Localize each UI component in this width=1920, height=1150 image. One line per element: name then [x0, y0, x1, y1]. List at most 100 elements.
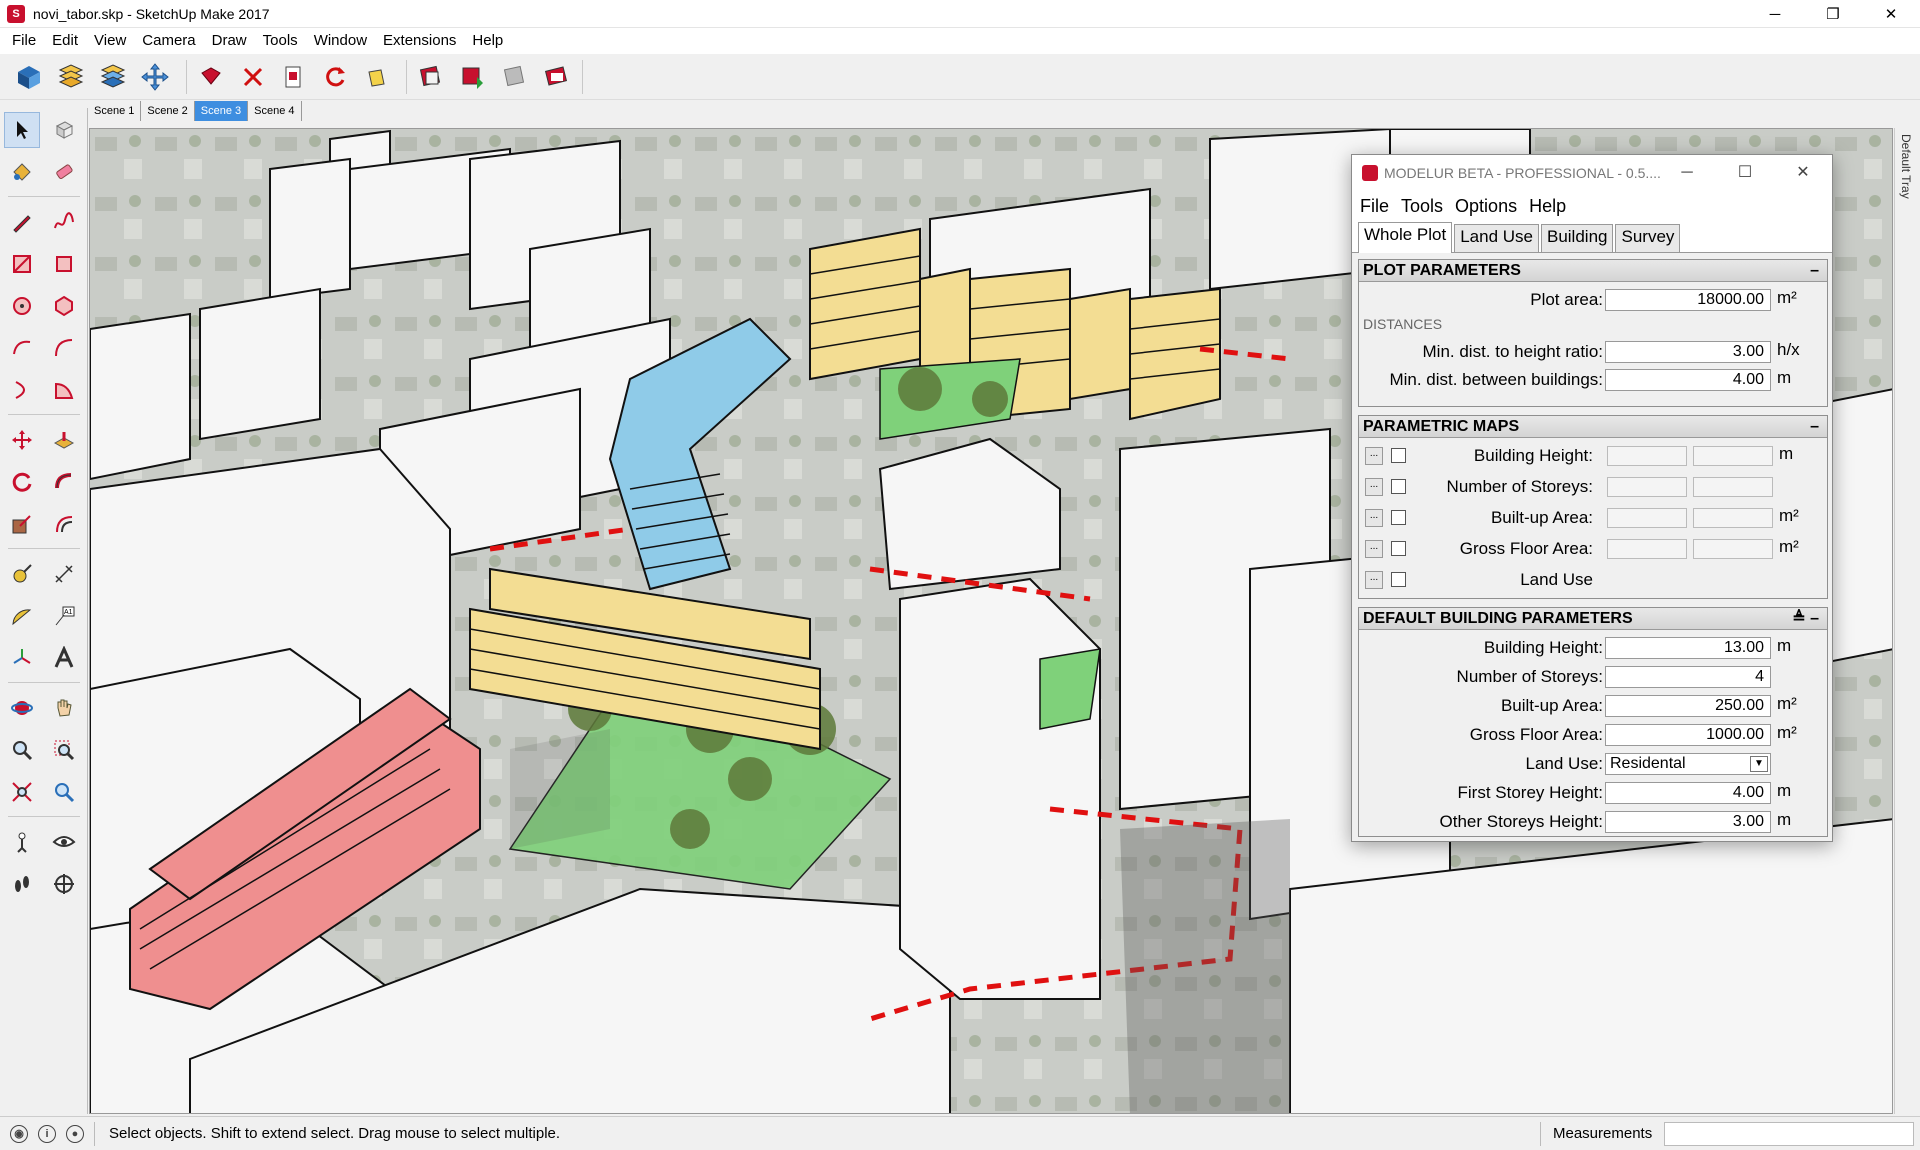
rotated-rectangle-icon[interactable] — [46, 246, 82, 282]
extension-red-icon-2[interactable] — [456, 60, 490, 94]
tab-land-use[interactable]: Land Use — [1454, 224, 1539, 252]
map-options-button[interactable]: ... — [1365, 478, 1383, 496]
tab-survey[interactable]: Survey — [1615, 224, 1681, 252]
extension-red-icon-1[interactable] — [414, 60, 448, 94]
zoom-icon[interactable] — [4, 732, 40, 768]
dimension-icon[interactable] — [46, 556, 82, 592]
min-height-ratio-input[interactable]: 3.00 — [1605, 341, 1771, 363]
panel-maximize-button[interactable]: ☐ — [1716, 155, 1774, 191]
map-land-use-checkbox[interactable] — [1391, 572, 1406, 587]
map-builtup-checkbox[interactable] — [1391, 510, 1406, 525]
eraser-icon[interactable] — [46, 154, 82, 190]
scene-tab-3[interactable]: Scene 3 — [194, 101, 249, 121]
gem-tool-icon[interactable] — [194, 60, 228, 94]
move-arrows-icon[interactable] — [138, 60, 172, 94]
min-between-input[interactable]: 4.00 — [1605, 369, 1771, 391]
scene-tab-1[interactable]: Scene 1 — [88, 101, 142, 121]
map-min-field[interactable] — [1607, 446, 1687, 466]
map-min-field[interactable] — [1607, 539, 1687, 559]
circle-icon[interactable] — [4, 288, 40, 324]
map-min-field[interactable] — [1607, 477, 1687, 497]
follow-me-icon[interactable] — [46, 464, 82, 500]
paint-bucket-icon[interactable] — [4, 154, 40, 190]
menu-window[interactable]: Window — [306, 28, 375, 54]
axes-icon[interactable] — [4, 640, 40, 676]
modelur-title-bar[interactable]: MODELUR BETA - PROFESSIONAL - 0.5.... ─ … — [1352, 155, 1832, 191]
map-max-field[interactable] — [1693, 508, 1773, 528]
pie-icon[interactable] — [46, 372, 82, 408]
minimize-button[interactable]: ─ — [1746, 0, 1804, 28]
modelur-menu-help[interactable]: Help — [1529, 196, 1566, 217]
map-max-field[interactable] — [1693, 477, 1773, 497]
map-options-button[interactable]: ... — [1365, 571, 1383, 589]
refresh-icon[interactable] — [318, 60, 352, 94]
menu-extensions[interactable]: Extensions — [375, 28, 464, 54]
collapse-icon[interactable]: – — [1810, 260, 1819, 282]
select-arrow-icon[interactable] — [4, 112, 40, 148]
map-building-height-checkbox[interactable] — [1391, 448, 1406, 463]
restore-button[interactable]: ❐ — [1804, 0, 1862, 28]
tape-measure-icon[interactable] — [4, 556, 40, 592]
modelur-menu-options[interactable]: Options — [1455, 196, 1517, 217]
gfa-input[interactable]: 1000.00 — [1605, 724, 1771, 746]
measurements-input[interactable] — [1664, 1122, 1914, 1146]
menu-view[interactable]: View — [86, 28, 134, 54]
two-point-arc-icon[interactable] — [46, 330, 82, 366]
look-around-eye-icon[interactable] — [46, 824, 82, 860]
pan-hand-icon[interactable] — [46, 690, 82, 726]
close-button[interactable]: ✕ — [1862, 0, 1920, 28]
storeys-input[interactable]: 4 — [1605, 666, 1771, 688]
delete-x-icon[interactable] — [236, 60, 270, 94]
section-plane-icon[interactable] — [46, 866, 82, 902]
tab-whole-plot[interactable]: Whole Plot — [1358, 222, 1453, 253]
modelur-layers-yellow-icon[interactable] — [54, 60, 88, 94]
map-storeys-checkbox[interactable] — [1391, 479, 1406, 494]
modelur-layers-blue-icon[interactable] — [96, 60, 130, 94]
menu-help[interactable]: Help — [464, 28, 511, 54]
freehand-icon[interactable] — [46, 204, 82, 240]
arc-icon[interactable] — [4, 330, 40, 366]
folder-box-icon[interactable] — [360, 60, 394, 94]
protractor-icon[interactable] — [4, 598, 40, 634]
map-gfa-checkbox[interactable] — [1391, 541, 1406, 556]
collapse-icon[interactable]: ≜ – — [1792, 608, 1819, 630]
rotate-icon[interactable] — [4, 464, 40, 500]
zoom-window-icon[interactable] — [46, 732, 82, 768]
map-options-button[interactable]: ... — [1365, 447, 1383, 465]
plot-parameters-header[interactable]: PLOT PARAMETERS – — [1359, 260, 1827, 282]
zoom-extents-icon[interactable] — [4, 774, 40, 810]
scene-tab-4[interactable]: Scene 4 — [248, 101, 302, 121]
chevron-down-icon[interactable]: ▼ — [1750, 756, 1768, 772]
building-height-input[interactable]: 13.00 — [1605, 637, 1771, 659]
modelur-menu-file[interactable]: File — [1360, 196, 1389, 217]
menu-camera[interactable]: Camera — [134, 28, 203, 54]
other-storeys-input[interactable]: 3.00 — [1605, 811, 1771, 833]
text-label-icon[interactable]: A1 — [46, 598, 82, 634]
first-storey-input[interactable]: 4.00 — [1605, 782, 1771, 804]
info-icon[interactable]: i — [38, 1124, 56, 1143]
line-pencil-icon[interactable] — [4, 204, 40, 240]
land-use-select[interactable]: Residental ▼ — [1605, 753, 1771, 775]
push-pull-icon[interactable] — [46, 422, 82, 458]
position-camera-icon[interactable] — [4, 824, 40, 860]
3d-text-icon[interactable] — [46, 640, 82, 676]
plot-area-input[interactable]: 18000.00 — [1605, 289, 1771, 311]
extension-red-icon-3[interactable] — [540, 60, 574, 94]
menu-edit[interactable]: Edit — [44, 28, 86, 54]
user-icon[interactable]: ● — [66, 1124, 84, 1143]
polygon-icon[interactable] — [46, 288, 82, 324]
previous-view-icon[interactable] — [46, 774, 82, 810]
panel-minimize-button[interactable]: ─ — [1658, 155, 1716, 191]
menu-draw[interactable]: Draw — [204, 28, 255, 54]
scale-icon[interactable] — [4, 506, 40, 542]
orbit-icon[interactable] — [4, 690, 40, 726]
map-options-button[interactable]: ... — [1365, 540, 1383, 558]
three-point-arc-icon[interactable] — [4, 372, 40, 408]
map-min-field[interactable] — [1607, 508, 1687, 528]
walk-footprints-icon[interactable] — [4, 866, 40, 902]
extension-gray-icon[interactable] — [498, 60, 532, 94]
modelur-menu-tools[interactable]: Tools — [1401, 196, 1443, 217]
panel-close-button[interactable]: ✕ — [1774, 155, 1832, 191]
menu-tools[interactable]: Tools — [255, 28, 306, 54]
move-tool-icon[interactable] — [4, 422, 40, 458]
